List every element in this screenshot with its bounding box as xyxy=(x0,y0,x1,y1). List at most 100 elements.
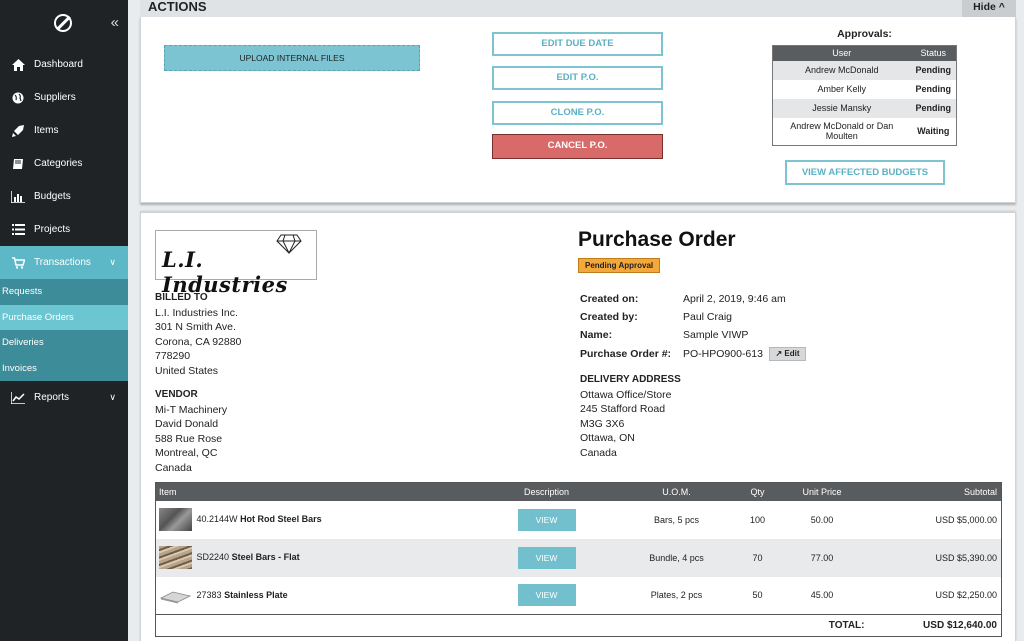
sidebar-item-label: Transactions xyxy=(34,257,91,268)
qty-cell: 100 xyxy=(749,514,766,525)
created-on-value: April 2, 2019, 9:46 am xyxy=(683,293,786,305)
item-code: 40.2144W xyxy=(196,513,238,524)
delivery-line: Ottawa Office/Store xyxy=(580,388,672,401)
view-description-button[interactable]: VIEW xyxy=(517,546,576,569)
sidebar-subitem-label: Purchase Orders xyxy=(2,311,74,323)
approvals-header-user: User xyxy=(772,45,911,61)
sidebar-item-label: Items xyxy=(34,125,59,136)
view-affected-budgets-button[interactable]: VIEW AFFECTED BUDGETS xyxy=(785,160,945,185)
item-name: Stainless Plate xyxy=(224,589,288,600)
item-thumbnail xyxy=(159,546,192,569)
clone-po-button[interactable]: CLONE P.O. xyxy=(492,101,663,125)
sidebar-item-suppliers[interactable]: Suppliers xyxy=(0,81,128,114)
sidebar-item-label: Suppliers xyxy=(34,92,76,103)
actions-panel: UPLOAD INTERNAL FILES EDIT DUE DATE EDIT… xyxy=(140,17,1016,203)
approval-row: Amber Kelly Pending xyxy=(773,80,957,99)
unit-price-cell: 77.00 xyxy=(769,538,875,577)
table-header-row: Item Description U.O.M. Qty Unit Price S… xyxy=(155,482,1002,501)
approval-user: Andrew McDonald or Dan Moulten xyxy=(790,121,894,142)
billed-to-line: L.I. Industries Inc. xyxy=(155,306,238,319)
description-cell: VIEW xyxy=(485,538,608,577)
status-badge: Pending Approval xyxy=(578,258,661,273)
item-name: Hot Rod Steel Bars xyxy=(240,513,322,524)
approval-row: Jessie Mansky Pending xyxy=(772,98,957,118)
sidebar-item-label: Categories xyxy=(34,158,83,169)
item-code: SD2240 xyxy=(196,551,230,562)
actions-header: ACTIONS Hide ^ xyxy=(140,0,1016,17)
upload-internal-files-button[interactable]: UPLOAD INTERNAL FILES xyxy=(164,45,420,71)
sidebar-item-transactions[interactable]: Transactions ∨ xyxy=(0,246,128,279)
sidebar-item-items[interactable]: Items xyxy=(0,114,128,147)
item-cell: SD2240 Steel Bars - Flat xyxy=(155,538,486,577)
item-cell: 27383 Stainless Plate xyxy=(156,577,486,615)
total-value: USD $12,640.00 xyxy=(874,614,1002,637)
sidebar-subitem-invoices[interactable]: Invoices xyxy=(0,355,128,381)
po-number-value: PO-HPO900-613 xyxy=(683,348,763,360)
approval-status: Pending xyxy=(915,84,952,94)
vendor-block: VENDOR Mi-T Machinery David Donald 588 R… xyxy=(155,388,227,475)
vendor-line: Mi-T Machinery xyxy=(155,403,228,416)
sidebar-item-categories[interactable]: Categories xyxy=(0,147,128,180)
vendor-heading: VENDOR xyxy=(155,389,198,400)
sidebar-subitem-requests[interactable]: Requests xyxy=(0,279,128,305)
uom-cell: Bundle, 4 pcs xyxy=(607,538,746,577)
collapse-sidebar-icon[interactable]: « xyxy=(111,14,119,31)
approval-user: Jessie Mansky xyxy=(772,98,911,118)
sidebar-item-reports[interactable]: Reports ∨ xyxy=(0,381,128,414)
billed-to-line: Corona, CA 92880 xyxy=(155,335,242,348)
sidebar-item-budgets[interactable]: Budgets xyxy=(0,180,128,213)
sidebar-subitem-deliveries[interactable]: Deliveries xyxy=(0,330,128,356)
total-label: TOTAL: xyxy=(155,614,875,637)
edit-po-number-label: Edit xyxy=(784,349,800,358)
item-thumbnail xyxy=(159,584,192,607)
created-on-label: Created on: xyxy=(580,293,639,305)
chevron-down-icon: ∨ xyxy=(109,257,116,267)
hide-actions-button[interactable]: Hide ^ xyxy=(962,0,1016,17)
column-header-subtotal: Subtotal xyxy=(874,482,1002,501)
sidebar: « Dashboard Suppliers Items Categories B… xyxy=(0,0,128,641)
view-description-button[interactable]: VIEW xyxy=(517,584,576,607)
uom-cell: Bars, 5 pcs xyxy=(653,514,700,525)
sidebar-item-label: Reports xyxy=(34,392,70,403)
sidebar-subitem-purchase-orders[interactable]: Purchase Orders xyxy=(0,304,128,330)
cancel-po-button[interactable]: CANCEL P.O. xyxy=(492,134,663,159)
created-by-value: Paul Craig xyxy=(683,311,733,323)
created-by-label: Created by: xyxy=(580,311,638,323)
app-logo-icon[interactable] xyxy=(54,14,72,32)
description-cell: VIEW xyxy=(486,501,608,539)
edit-due-date-button[interactable]: EDIT DUE DATE xyxy=(492,32,663,56)
globe-icon xyxy=(11,91,25,105)
item-cell: 40.2144W Hot Rod Steel Bars xyxy=(156,501,486,539)
sidebar-header: « xyxy=(0,0,128,48)
name-value: Sample VIWP xyxy=(683,329,749,341)
edit-po-number-button[interactable]: ↗ Edit xyxy=(769,347,806,361)
delivery-line: Ottawa, ON xyxy=(580,432,635,444)
edit-po-button[interactable]: EDIT P.O. xyxy=(492,66,663,90)
view-description-button[interactable]: VIEW xyxy=(517,508,576,531)
approval-row: Andrew McDonald or Dan Moulten Waiting xyxy=(773,118,957,146)
actions-title: ACTIONS xyxy=(148,0,207,14)
sidebar-item-projects[interactable]: Projects xyxy=(0,213,128,246)
purchase-order-panel: L.I. Industries BILLED TO L.I. Industrie… xyxy=(140,212,1016,641)
cart-icon xyxy=(11,256,25,270)
po-number-label: Purchase Order #: xyxy=(580,348,672,360)
company-logo: L.I. Industries xyxy=(155,230,317,297)
table-row: 40.2144W Hot Rod Steel Bars VIEW Bars, 5… xyxy=(156,501,1002,539)
home-icon xyxy=(11,58,25,72)
rocket-icon xyxy=(11,124,25,138)
book-icon xyxy=(11,157,25,171)
delivery-address-block: DELIVERY ADDRESS Ottawa Office/Store 245… xyxy=(580,373,681,460)
column-header-item: Item xyxy=(155,482,486,501)
approval-user: Andrew McDonald xyxy=(772,60,911,80)
billed-to-line: United States xyxy=(155,364,219,377)
approvals-table: User Status Andrew McDonald Pending Ambe… xyxy=(772,45,957,146)
description-cell: VIEW xyxy=(486,577,608,615)
qty-cell: 50 xyxy=(752,590,763,601)
sidebar-item-dashboard[interactable]: Dashboard xyxy=(0,48,128,81)
approval-status: Pending xyxy=(910,60,957,80)
column-header-uom: U.O.M. xyxy=(607,482,746,501)
item-code: 27383 xyxy=(196,589,222,600)
billed-to-line: 778290 xyxy=(155,350,191,362)
vendor-line: Montreal, QC xyxy=(155,447,218,459)
sidebar-subitem-label: Requests xyxy=(2,286,43,298)
